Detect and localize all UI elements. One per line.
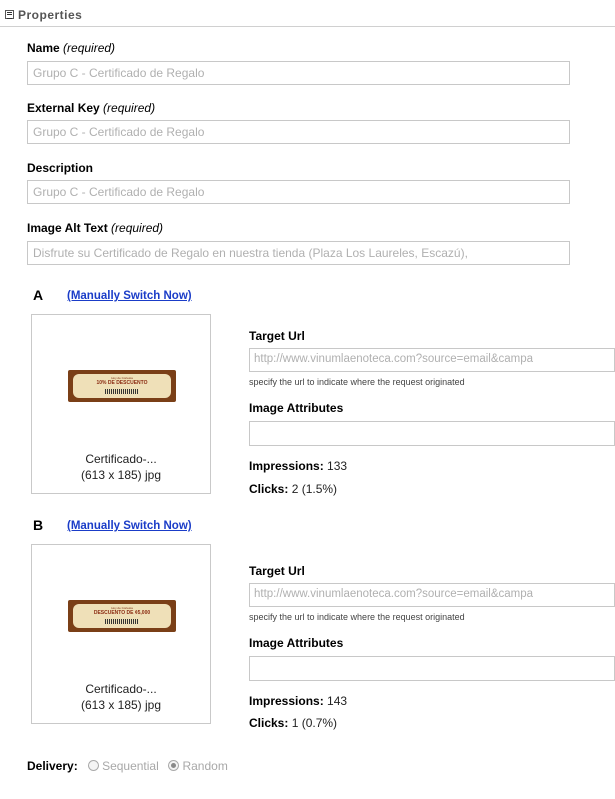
variant-a-file-name: Certificado-...: [85, 452, 157, 466]
variant-a-switch-link[interactable]: (Manually Switch Now): [67, 290, 192, 302]
variant-b-impressions: Impressions: 143: [249, 694, 348, 708]
variant-b-clicks: Clicks: 1 (0.7%): [249, 716, 338, 730]
external-key-label: External Key (required): [27, 101, 155, 115]
variant-a-file-meta: (613 x 185) jpg: [80, 468, 162, 482]
variant-b-attributes-input[interactable]: [249, 656, 615, 681]
variant-b-switch-link[interactable]: (Manually Switch Now): [67, 520, 192, 532]
variant-a-target-url-input[interactable]: http://www.vinumlaenoteca.com?source=ema…: [249, 348, 615, 372]
delivery-options: Delivery: Sequential Random: [27, 759, 234, 773]
variant-a-image: Hoy de Cortesia 10% DE DESCUENTO: [68, 370, 176, 402]
variant-a-attributes-input[interactable]: [249, 421, 615, 446]
random-option-label[interactable]: Random: [182, 759, 227, 773]
variant-a-help-text: specify the url to indicate where the re…: [249, 377, 465, 387]
description-input[interactable]: Grupo C - Certificado de Regalo: [27, 180, 570, 204]
sequential-option-label[interactable]: Sequential: [102, 759, 159, 773]
variant-a-impressions: Impressions: 133: [249, 459, 348, 473]
barcode-icon: [105, 619, 139, 624]
name-label: Name (required): [27, 41, 115, 55]
external-key-label-text: External Key: [27, 101, 100, 115]
required-marker: (required): [111, 221, 164, 235]
variant-b-image: Hoy de Cortesia DESCUENTO DE ¢5,000: [68, 600, 176, 632]
variant-b-thumbnail[interactable]: Hoy de Cortesia DESCUENTO DE ¢5,000 Cert…: [31, 544, 211, 724]
variant-a-attributes-label: Image Attributes: [249, 401, 344, 415]
variant-b-file-name: Certificado-...: [85, 682, 157, 696]
variant-a-clicks: Clicks: 2 (1.5%): [249, 482, 338, 496]
variant-b-target-url-label: Target Url: [249, 564, 305, 578]
name-input[interactable]: Grupo C - Certificado de Regalo: [27, 61, 570, 85]
alt-text-label-text: Image Alt Text: [27, 221, 108, 235]
variant-a-thumbnail[interactable]: Hoy de Cortesia 10% DE DESCUENTO Certifi…: [31, 314, 211, 494]
variant-b-attributes-label: Image Attributes: [249, 636, 344, 650]
variant-a-target-url-label: Target Url: [249, 329, 305, 343]
properties-section-header[interactable]: Properties: [0, 0, 615, 27]
required-marker: (required): [103, 101, 156, 115]
description-label: Description: [27, 161, 93, 175]
alt-text-label: Image Alt Text (required): [27, 221, 163, 235]
external-key-input[interactable]: Grupo C - Certificado de Regalo: [27, 120, 570, 144]
variant-b-file-meta: (613 x 185) jpg: [80, 698, 162, 712]
description-label-text: Description: [27, 161, 94, 175]
variant-b-target-url-input[interactable]: http://www.vinumlaenoteca.com?source=ema…: [249, 583, 615, 607]
variant-a-letter: A: [33, 287, 44, 303]
required-marker: (required): [63, 41, 116, 55]
delivery-label: Delivery:: [27, 759, 78, 773]
section-title: Properties: [18, 8, 83, 22]
collapse-icon[interactable]: [5, 10, 14, 19]
name-label-text: Name: [27, 41, 60, 55]
sequential-radio[interactable]: [87, 760, 99, 771]
alt-text-input[interactable]: Disfrute su Certificado de Regalo en nue…: [27, 241, 570, 265]
random-radio[interactable]: [168, 760, 180, 771]
variant-b-help-text: specify the url to indicate where the re…: [249, 612, 465, 622]
variant-b-letter: B: [33, 517, 44, 533]
barcode-icon: [105, 389, 139, 394]
